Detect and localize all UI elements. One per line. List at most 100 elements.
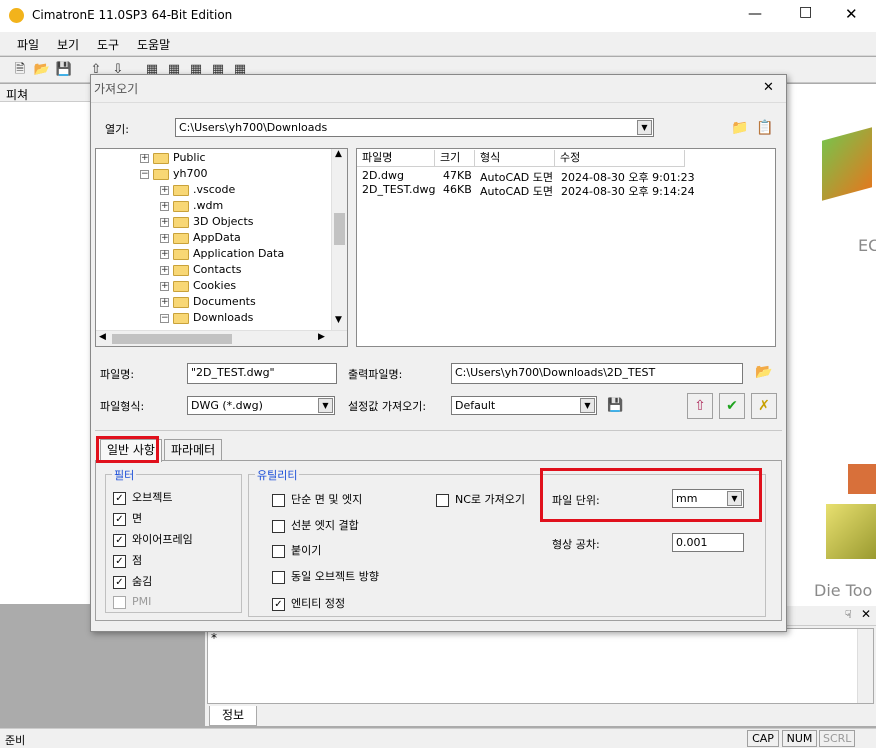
tree-scroll-thumb[interactable] (334, 213, 345, 245)
checkbox-empty-icon[interactable] (272, 519, 285, 533)
col-header-size[interactable]: 크기 (435, 150, 475, 167)
folder-up-icon[interactable]: 📁 (731, 120, 748, 136)
utility-checkbox-entity-fix[interactable]: ✓ 엔티티 정정 (272, 595, 345, 611)
expand-icon[interactable]: + (160, 281, 169, 291)
collapse-icon[interactable]: − (160, 313, 169, 323)
filter-checkbox-wireframe[interactable]: ✓ 와이어프레임 (113, 531, 193, 547)
checkbox-check-icon[interactable]: ✓ (113, 512, 126, 526)
tab-parameters[interactable]: 파라메터 (164, 439, 223, 461)
scroll-down-icon[interactable]: ▼ (335, 315, 342, 325)
checkbox-check-icon[interactable]: ✓ (113, 554, 126, 568)
save-settings-icon[interactable]: 💾 (607, 398, 623, 413)
export-settings-button[interactable]: ⇧ (687, 393, 713, 419)
tree-item-wdm[interactable]: + .wdm (160, 198, 223, 214)
expand-icon[interactable]: + (160, 265, 169, 275)
feature-panel: 피쳐 (0, 84, 92, 604)
info-scrollbar[interactable] (857, 629, 873, 703)
utility-checkbox-join-edges[interactable]: 선분 엣지 결합 (272, 517, 359, 533)
tree-item-documents[interactable]: + Documents (160, 294, 256, 310)
utility-checkbox-stitch[interactable]: 붙이기 (272, 542, 321, 558)
filter-checkbox-point[interactable]: ✓ 점 (113, 552, 142, 568)
filename-input[interactable]: "2D_TEST.dwg" (187, 363, 337, 384)
tree-item-contacts[interactable]: + Contacts (160, 262, 242, 278)
scroll-right-icon[interactable]: ▶ (318, 332, 325, 342)
output-filename-input[interactable]: C:\Users\yh700\Downloads\2D_TEST (451, 363, 743, 384)
filetype-combo[interactable]: DWG (*.dwg) ▼ (187, 396, 335, 415)
new-file-icon[interactable]: 🗎 (10, 60, 30, 80)
folder-tree[interactable]: + Public − yh700 + .vscode + .wdm +3D Object… (95, 148, 348, 347)
collapse-icon[interactable]: − (140, 169, 149, 179)
cancel-button[interactable]: ✗ (751, 393, 777, 419)
output-filename-label: 출력파일명: (348, 368, 403, 381)
expand-icon[interactable]: + (160, 201, 169, 211)
info-tab[interactable]: 정보 (209, 706, 257, 726)
browse-folder-icon[interactable]: 📂 (755, 364, 772, 380)
checkbox-empty-icon[interactable] (272, 570, 285, 584)
checkbox-check-icon[interactable]: ✓ (113, 533, 126, 547)
minimize-button[interactable]: — (748, 6, 762, 22)
checkbox-check-icon[interactable]: ✓ (113, 491, 126, 505)
checkbox-empty-icon[interactable] (436, 493, 449, 507)
list-view-icon[interactable]: 📋 (756, 120, 773, 136)
tree-horizontal-scrollbar[interactable]: ◀ ▶ (96, 330, 347, 346)
filter-checkbox-object[interactable]: ✓ 오브젝트 (113, 489, 172, 505)
tree-item-application-data[interactable]: + Application Data (160, 246, 284, 262)
tree-item-downloads[interactable]: − Downloads (160, 310, 253, 326)
checkbox-empty-icon[interactable] (272, 493, 285, 507)
maximize-button[interactable]: □ (799, 4, 812, 20)
expand-icon[interactable]: + (160, 233, 169, 243)
checkbox-check-icon[interactable]: ✓ (272, 597, 285, 611)
file-list[interactable]: 파일명 크기 형식 수정 2D.dwg 47KB AutoCAD 도면 2024… (356, 148, 776, 347)
menu-view[interactable]: 보기 (57, 36, 79, 53)
menu-help[interactable]: 도움말 (137, 36, 170, 53)
scroll-up-icon[interactable]: ▲ (335, 149, 342, 159)
menu-file[interactable]: 파일 (17, 36, 39, 53)
arrow-up-icon: ⇧ (694, 398, 706, 414)
settings-combo[interactable]: Default ▼ (451, 396, 597, 415)
scroll-left-icon[interactable]: ◀ (99, 332, 106, 342)
open-path-combo[interactable]: C:\Users\yh700\Downloads ▼ (175, 118, 654, 137)
ok-button[interactable]: ✔ (719, 393, 745, 419)
tree-item-appdata[interactable]: + AppData (160, 230, 241, 246)
chevron-down-icon[interactable]: ▼ (580, 398, 595, 413)
expand-icon[interactable]: + (140, 153, 149, 163)
tree-item-cookies[interactable]: + Cookies (160, 278, 236, 294)
filter-checkbox-hidden[interactable]: ✓ 숨김 (113, 573, 152, 589)
tree-item-vscode[interactable]: + .vscode (160, 182, 235, 198)
tolerance-input[interactable]: 0.001 (672, 533, 744, 552)
tree-h-scroll-thumb[interactable] (112, 334, 232, 344)
pin-icon[interactable]: ☟ (845, 608, 852, 621)
tree-vertical-scrollbar[interactable]: ▲ ▼ (331, 149, 347, 330)
col-header-type[interactable]: 형식 (475, 150, 555, 167)
chevron-down-icon[interactable]: ▼ (318, 398, 333, 413)
dialog-close-icon[interactable]: ✕ (763, 80, 774, 95)
info-output[interactable]: * (207, 628, 874, 704)
open-label: 열기: (105, 123, 129, 136)
chevron-down-icon[interactable]: ▼ (637, 120, 652, 135)
open-folder-icon[interactable]: 📂 (32, 60, 52, 80)
cancel-icon: ✗ (758, 398, 770, 414)
tree-item-yh700[interactable]: − yh700 (140, 166, 207, 182)
checkbox-empty-icon[interactable] (272, 544, 285, 558)
expand-icon[interactable]: + (160, 217, 169, 227)
dialog-separator (95, 430, 782, 431)
filter-checkbox-face[interactable]: ✓ 면 (113, 510, 142, 526)
settings-label: 설정값 가져오기: (348, 400, 427, 413)
expand-icon[interactable]: + (160, 185, 169, 195)
col-header-name[interactable]: 파일명 (357, 150, 435, 167)
expand-icon[interactable]: + (160, 297, 169, 307)
menu-tools[interactable]: 도구 (97, 36, 119, 53)
utility-checkbox-nc-import[interactable]: NC로 가져오기 (436, 491, 525, 507)
save-icon[interactable]: 💾 (54, 60, 74, 80)
tree-item-3d-objects[interactable]: +3D Objects (160, 214, 254, 230)
expand-icon[interactable]: + (160, 249, 169, 259)
checkbox-label: 오브젝트 (132, 491, 173, 504)
tree-item-public[interactable]: + Public (140, 150, 206, 166)
col-header-modified[interactable]: 수정 (555, 150, 685, 167)
menu-bar: 파일 보기 도구 도움말 (0, 32, 876, 56)
checkbox-check-icon[interactable]: ✓ (113, 575, 126, 589)
utility-checkbox-same-direction[interactable]: 동일 오브젝트 방향 (272, 568, 379, 584)
close-window-button[interactable]: ✕ (845, 5, 858, 23)
info-close-icon[interactable]: ✕ (861, 607, 871, 621)
utility-checkbox-simple-face-edge[interactable]: 단순 면 및 엣지 (272, 491, 362, 507)
